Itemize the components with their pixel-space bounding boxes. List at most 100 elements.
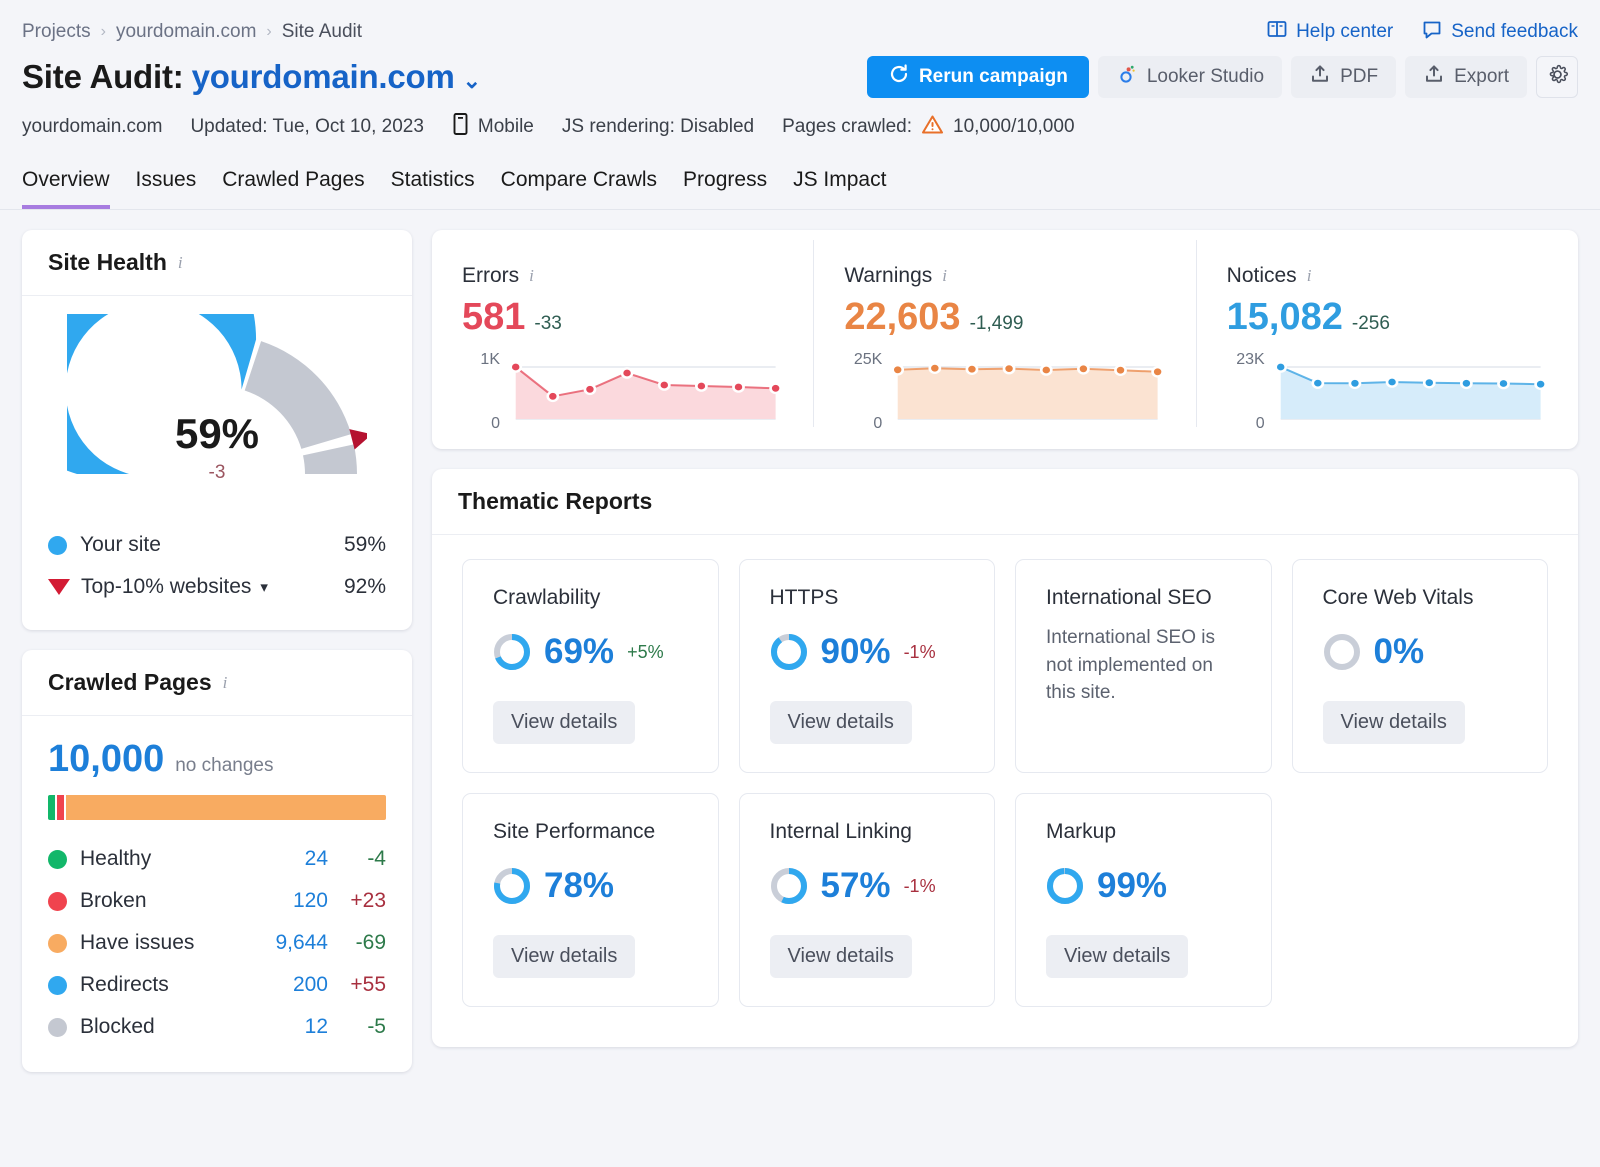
legend-delta: +55 — [350, 973, 386, 996]
crawled-pages-legend-row[interactable]: Broken 120 +23 — [48, 880, 386, 922]
sparkline-point — [1002, 362, 1016, 375]
export-button[interactable]: Export — [1405, 56, 1527, 98]
gauge-value: 59% — [174, 410, 260, 457]
thematic-report-card[interactable]: Site Performance 78% View details — [462, 793, 719, 1007]
page-title-prefix: Site Audit: — [22, 58, 184, 95]
settings-button[interactable] — [1536, 56, 1578, 98]
tab-js-impact[interactable]: JS Impact — [793, 168, 886, 209]
thematic-card-delta: -1% — [903, 875, 936, 896]
info-icon[interactable]: i — [529, 266, 534, 286]
sparkline-point — [620, 367, 634, 379]
legend-label: Have issues — [80, 931, 195, 954]
looker-studio-button[interactable]: Looker Studio — [1097, 56, 1283, 98]
thematic-report-card[interactable]: Internal Linking 57% -1% View details — [738, 793, 995, 1007]
issue-stats-strip: Errors i 581 -33 1K 0 Warnings i 22,603 … — [432, 230, 1578, 449]
legend-label: Redirects — [80, 973, 169, 996]
tab-statistics[interactable]: Statistics — [391, 168, 475, 209]
thematic-report-card[interactable]: HTTPS 90% -1% View details — [738, 559, 995, 773]
tab-overview[interactable]: Overview — [22, 168, 110, 209]
legend-row-top10[interactable]: Top-10% websites ▾ 92% — [48, 566, 386, 608]
thematic-card-title: Internal Linking — [769, 820, 912, 843]
stat-number-row: 581 -33 — [462, 296, 783, 339]
sparkline-point — [1348, 377, 1361, 390]
stat-number-row: 15,082 -256 — [1227, 296, 1548, 339]
axis-tick-low: 0 — [1255, 415, 1265, 432]
stacked-bar-segment — [65, 795, 386, 820]
legend-count: 120 — [292, 889, 328, 912]
sparkline-point — [891, 364, 905, 376]
sparkline-point — [583, 383, 597, 396]
crawled-pages-body: 10,000 no changes Healthy 24 -4 Broken 120 +2… — [22, 716, 412, 1072]
meta-pages-crawled-label: Pages crawled: — [782, 116, 912, 137]
tab-crawled-pages[interactable]: Crawled Pages — [222, 168, 364, 209]
info-icon[interactable]: i — [942, 266, 947, 286]
view-details-button[interactable]: View details — [769, 701, 912, 744]
legend-dot-icon — [48, 535, 67, 555]
tab-progress[interactable]: Progress — [683, 168, 767, 209]
send-feedback-link[interactable]: Send feedback — [1421, 18, 1578, 46]
sparkline-point — [657, 379, 671, 391]
view-details-button[interactable]: View details — [769, 935, 912, 978]
crawled-pages-legend-row[interactable]: Healthy 24 -4 — [48, 838, 386, 880]
pdf-button[interactable]: PDF — [1291, 56, 1397, 98]
info-icon[interactable]: i — [178, 253, 183, 273]
chevron-down-icon[interactable]: ▾ — [260, 578, 268, 596]
crawled-pages-legend-row[interactable]: Redirects 200 +55 — [48, 964, 386, 1006]
thematic-card-percent: 90% — [820, 632, 891, 671]
meta-js-rendering: JS rendering: Disabled — [561, 116, 755, 137]
legend-label-top10: Top-10% websites — [81, 575, 252, 598]
page-title: Site Audit: yourdomain.com ⌄ — [22, 58, 481, 96]
breadcrumb-separator-icon: › — [100, 23, 106, 40]
legend-count: 12 — [304, 1015, 328, 1038]
legend-label: Broken — [80, 889, 147, 912]
main-tabs: Overview Issues Crawled Pages Statistics… — [0, 142, 1600, 210]
page-title-domain[interactable]: yourdomain.com — [192, 58, 455, 95]
site-health-legend: Your site 59% Top-10% websites ▾ 92% — [22, 510, 412, 630]
action-buttons: Rerun campaign Looker Studio PDF Export — [866, 56, 1578, 98]
thematic-card-title: Crawlability — [493, 586, 601, 609]
sparkline-chart: 25K 0 — [844, 351, 1165, 432]
thematic-report-card[interactable]: International SEO International SEO is n… — [1015, 559, 1272, 773]
thematic-reports-title: Thematic Reports — [458, 488, 653, 514]
thematic-report-card[interactable]: Core Web Vitals 0% View details — [1291, 559, 1548, 773]
meta-device-label: Mobile — [477, 116, 534, 137]
view-details-button[interactable]: View details — [1046, 935, 1189, 978]
meta-device: Mobile — [452, 112, 534, 142]
info-icon[interactable]: i — [223, 673, 228, 693]
refresh-icon — [888, 63, 910, 91]
crawled-pages-legend-row[interactable]: Blocked 12 -5 — [48, 1006, 386, 1048]
sparkline-chart: 1K 0 — [462, 351, 783, 432]
view-details-button[interactable]: View details — [493, 701, 636, 744]
thematic-card-metric: 78% — [493, 866, 688, 906]
info-icon[interactable]: i — [1307, 266, 1312, 286]
stat-delta: -256 — [1351, 313, 1390, 334]
sparkline-axis: 23K 0 — [1227, 351, 1273, 432]
sparkline-point — [1114, 364, 1128, 377]
sparkline-point — [1311, 377, 1324, 389]
crawled-pages-legend-row[interactable]: Have issues 9,644 -69 — [48, 922, 386, 964]
rerun-campaign-button[interactable]: Rerun campaign — [866, 56, 1089, 98]
chevron-down-icon[interactable]: ⌄ — [463, 68, 481, 93]
stat-value: 581 — [462, 296, 526, 338]
book-icon — [1266, 18, 1288, 46]
breadcrumb-projects[interactable]: Projects — [22, 21, 91, 43]
legend-label-your-site: Your site — [80, 533, 161, 556]
stat-number-row: 22,603 -1,499 — [844, 296, 1165, 339]
donut-progress-icon — [494, 634, 530, 670]
tab-compare-crawls[interactable]: Compare Crawls — [501, 168, 657, 209]
breadcrumb-domain[interactable]: yourdomain.com — [116, 21, 256, 43]
crawled-pages-note: no changes — [175, 755, 274, 776]
thematic-report-card[interactable]: Crawlability 69% +5% View details — [462, 559, 719, 773]
crawled-pages-title: Crawled Pages — [48, 669, 212, 695]
help-center-link[interactable]: Help center — [1266, 18, 1393, 46]
view-details-button[interactable]: View details — [493, 935, 636, 978]
view-details-button[interactable]: View details — [1322, 701, 1465, 744]
thematic-report-card[interactable]: Markup 99% View details — [1015, 793, 1272, 1007]
legend-label: Blocked — [80, 1015, 155, 1038]
sparkline-point — [1040, 364, 1053, 376]
sparkline-point — [928, 362, 942, 375]
breadcrumb-site-audit[interactable]: Site Audit — [282, 21, 362, 43]
breadcrumb-separator-icon: › — [266, 23, 272, 40]
thematic-card-delta: -1% — [903, 641, 936, 662]
tab-issues[interactable]: Issues — [136, 168, 197, 209]
